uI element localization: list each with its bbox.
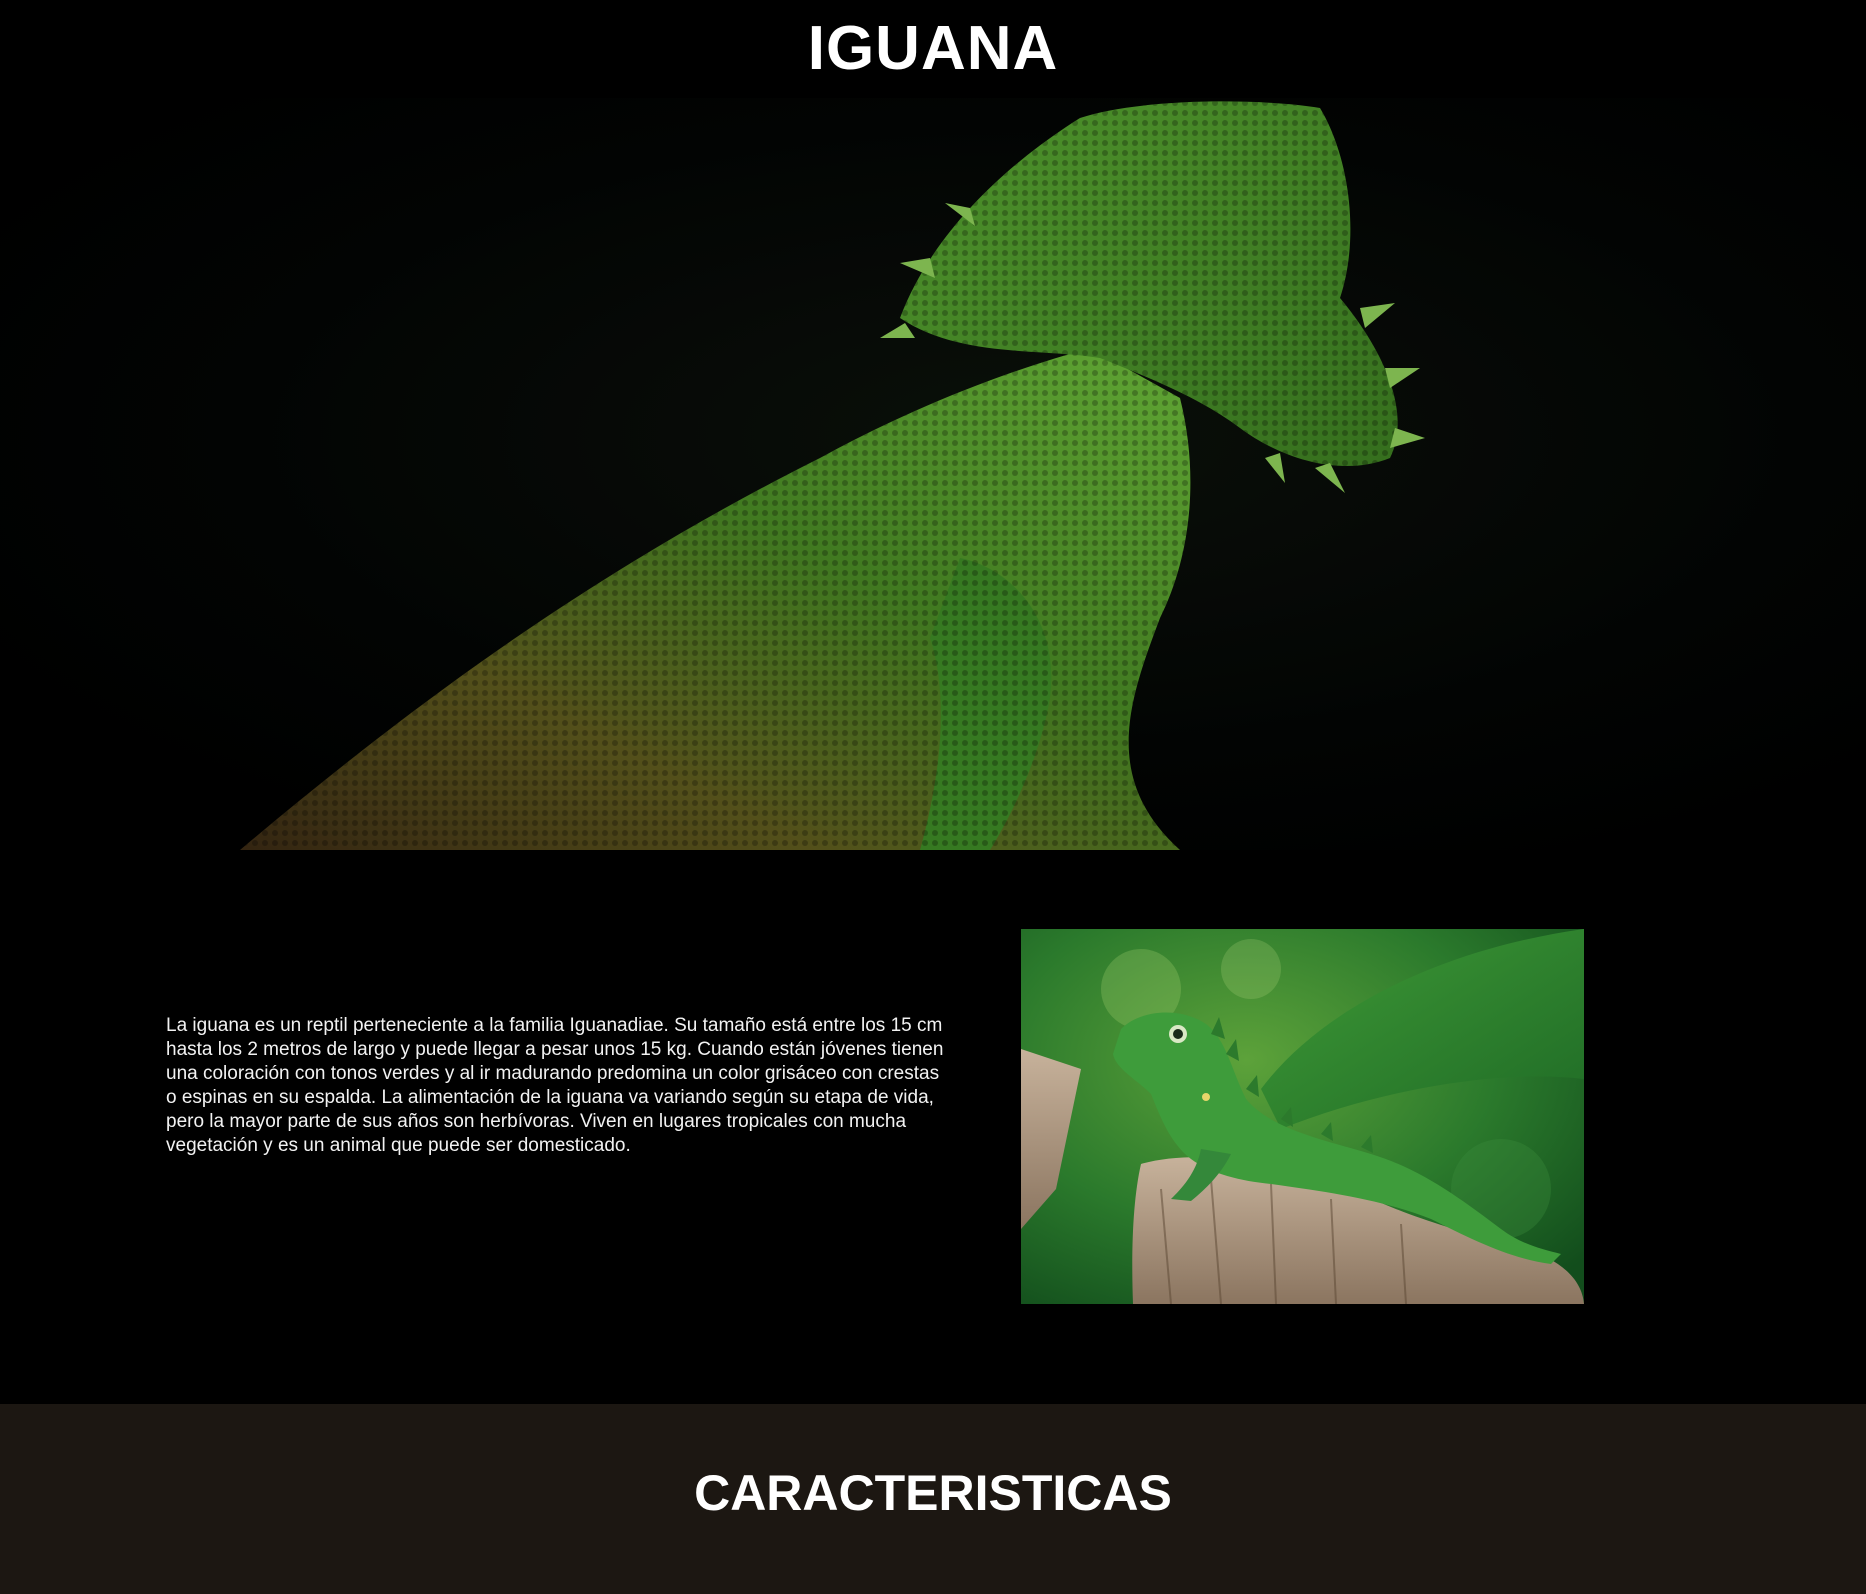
hero-section xyxy=(0,98,1866,850)
hero-image xyxy=(0,98,1866,850)
intro-paragraph: La iguana es un reptil perteneciente a l… xyxy=(166,1015,944,1156)
features-section: CARACTERISTICAS xyxy=(0,1404,1866,1594)
intro-section: La iguana es un reptil perteneciente a l… xyxy=(0,850,1866,1404)
iguana-photo xyxy=(1021,929,1584,1304)
features-heading: CARACTERISTICAS xyxy=(694,1465,1172,1521)
iguana-image xyxy=(1021,929,1584,1304)
page-title: IGUANA xyxy=(807,14,1059,83)
page-header: IGUANA xyxy=(0,0,1866,98)
